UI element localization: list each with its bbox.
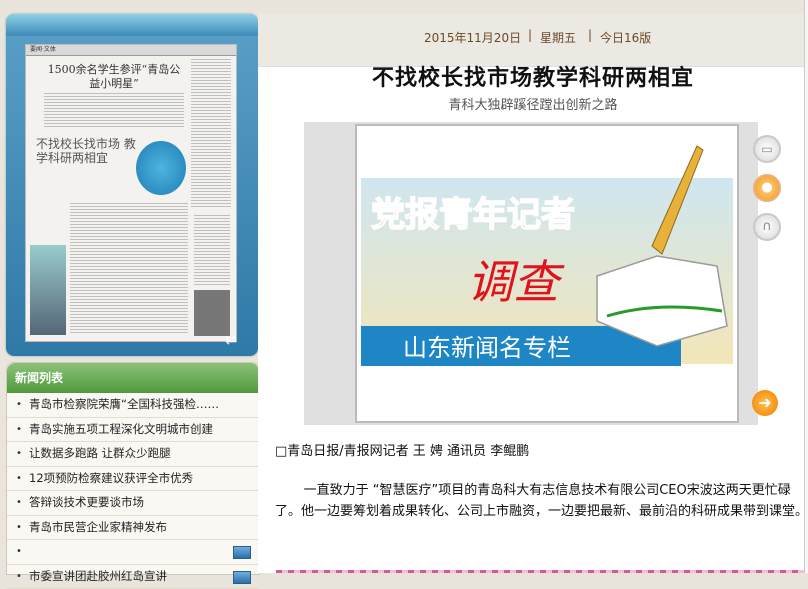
video-icon[interactable] — [233, 546, 251, 559]
bullet-icon: • — [16, 442, 22, 466]
divider: | — [588, 28, 592, 42]
bullet-icon: • — [16, 393, 22, 417]
audio-button[interactable]: ∩ — [753, 213, 781, 241]
banner-sub-text: 调查 — [467, 255, 565, 309]
news-item-label[interactable]: 青岛实施五项工程深化文明城市创建 — [29, 422, 213, 436]
scrollbar[interactable] — [804, 0, 808, 573]
list-item[interactable]: • — [7, 540, 259, 565]
column-banner-graphic: 党报青年记者 调查 山东新闻名专栏 — [357, 126, 737, 421]
news-item-label[interactable]: 青岛市检察院荣膺“全国科技强检…… — [29, 397, 219, 411]
list-item[interactable]: • 让数据多跑路 让群众少跑腿 — [7, 442, 259, 467]
article-title: 不找校长找市场教学科研两相宜 — [258, 60, 808, 92]
refresh-icon[interactable]: ⇄ — [220, 332, 242, 348]
news-list-panel: 新闻列表 • 青岛市检察院荣膺“全国科技强检…… • 青岛实施五项工程深化文明城市创… — [6, 362, 260, 575]
paper-graphic — [30, 245, 66, 335]
news-list: • 青岛市检察院荣膺“全国科技强检…… • 青岛实施五项工程深化文明城市创建 • 让数… — [7, 393, 259, 589]
article-image[interactable]: 党报青年记者 调查 山东新闻名专栏 — [355, 124, 739, 423]
paper-headline-1: 1500余名学生参评“青岛公益小明星” — [44, 63, 184, 91]
arrow-right-icon: ➜ — [758, 393, 771, 412]
news-item-label[interactable]: 答辩谈技术更要谈市场 — [29, 495, 144, 509]
news-item-label[interactable]: 让数据多跑路 让群众少跑腿 — [29, 446, 171, 460]
news-item-label[interactable]: 市委宣讲团赴胶州红岛宣讲 — [29, 569, 167, 583]
list-item[interactable]: • 青岛市民营企业家精神发布 — [7, 516, 259, 541]
bullet-icon: • — [16, 418, 22, 442]
video-icon[interactable] — [233, 571, 251, 584]
paper-text-block — [44, 93, 184, 129]
newspaper-page-thumbnail[interactable]: 要闻·文体 1500余名学生参评“青岛公益小明星” 不找校长找市场 教学科研两相… — [25, 44, 237, 342]
bullet-icon: • — [16, 516, 22, 540]
list-item[interactable]: • 青岛市检察院荣膺“全国科技强检…… — [7, 393, 259, 418]
paper-text-block — [191, 59, 231, 209]
video-button[interactable]: ▭ — [753, 135, 781, 163]
article-subtitle: 青科大独辟蹊径蹚出创新之路 — [258, 94, 808, 113]
news-item-label[interactable]: 12项预防检察建议获评全市优秀 — [29, 471, 193, 485]
thumbnail-header-bar — [6, 14, 258, 36]
bullet-icon: • — [16, 491, 22, 515]
issue-weekday: 星期五 — [540, 29, 576, 46]
newspaper-thumbnail-panel: 要闻·文体 1500余名学生参评“青岛公益小明星” 不找校长找市场 教学科研两相… — [6, 14, 258, 356]
next-image-button[interactable]: ➜ — [752, 390, 778, 416]
list-item[interactable]: • 青岛实施五项工程深化文明城市创建 — [7, 418, 259, 443]
list-item[interactable]: • 答辩谈技术更要谈市场 — [7, 491, 259, 516]
paper-text-block — [70, 203, 188, 335]
bullet-icon: • — [16, 467, 22, 491]
article-byline: □青岛日报/青报网记者 王 娉 通讯员 李鲲鹏 — [275, 440, 529, 459]
left-panel: 要闻·文体 1500余名学生参评“青岛公益小明星” 不找校长找市场 教学科研两相… — [6, 14, 258, 573]
bullet-icon: • — [16, 540, 22, 564]
edition-link[interactable]: 今日16版 — [600, 29, 651, 46]
paper-photo — [194, 290, 230, 336]
person-button[interactable]: ● — [753, 174, 781, 202]
article-panel: 2015年11月20日 | 星期五 | 今日16版 不找校长找市场教学科研两相宜… — [258, 14, 808, 573]
list-item[interactable]: • 市委宣讲团赴胶州红岛宣讲 — [7, 565, 259, 589]
list-item[interactable]: • 12项预防检察建议获评全市优秀 — [7, 467, 259, 492]
banner-title-text: 党报青年记者 — [371, 196, 575, 234]
bullet-icon: • — [16, 565, 22, 589]
paper-headline-2: 不找校长找市场 教学科研两相宜 — [36, 137, 146, 165]
banner-column-text: 山东新闻名专栏 — [403, 335, 571, 362]
person-icon: ● — [755, 176, 779, 200]
paper-graphic — [136, 141, 186, 195]
article-image-viewer: 党报青年记者 调查 山东新闻名专栏 — [304, 122, 758, 425]
headphones-icon: ∩ — [755, 215, 779, 239]
divider: | — [528, 28, 532, 42]
paper-text-block — [194, 215, 230, 285]
news-item-label[interactable]: 青岛市民营企业家精神发布 — [29, 520, 167, 534]
video-icon: ▭ — [755, 137, 779, 161]
article-body: 一直致力于 “智慧医疗”项目的青岛科大有志信息技术有限公司CEO宋波这两天更忙碌… — [275, 480, 808, 522]
paper-section-header: 要闻·文体 — [26, 45, 236, 56]
news-list-title: 新闻列表 — [7, 363, 259, 393]
issue-date: 2015年11月20日 — [424, 29, 521, 46]
